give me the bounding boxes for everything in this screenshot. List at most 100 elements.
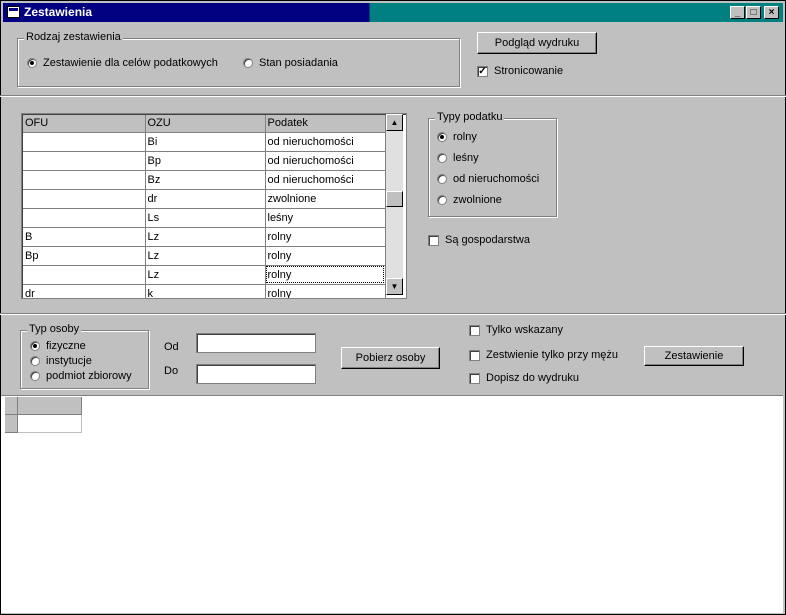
radio-zwolnione[interactable]: zwolnione — [437, 194, 502, 206]
table-row[interactable]: B Lz rolny — [23, 227, 386, 247]
radio-indicator — [30, 371, 40, 381]
radio-label: fizyczne — [46, 340, 86, 352]
checkbox-indicator: ✓ — [477, 65, 488, 77]
grid-vertical-scrollbar[interactable]: ▲ ▼ — [386, 114, 403, 295]
checkbox-label: Zestwienie tylko przy mężu — [486, 349, 619, 361]
zestawienie-button[interactable]: Zestawienie — [644, 346, 744, 366]
cell-podatek[interactable]: leśny — [265, 208, 386, 228]
cell-ozu[interactable]: Bp — [145, 151, 266, 171]
results-grid-area[interactable] — [1, 395, 783, 613]
stronicowanie-checkbox[interactable]: ✓ Stronicowanie — [477, 65, 563, 77]
cell-podatek-focused[interactable]: rolny — [265, 265, 386, 285]
table-row[interactable]: Bi od nieruchomości — [23, 132, 386, 152]
radio-stan-posiadania[interactable]: Stan posiadania — [243, 57, 338, 69]
close-button[interactable]: × — [764, 6, 779, 19]
radio-od-nieruchomosci[interactable]: od nieruchomości — [437, 173, 539, 185]
table-row[interactable]: Ls leśny — [23, 208, 386, 228]
tylko-przy-mezu-checkbox[interactable]: Zestwienie tylko przy mężu — [469, 349, 618, 361]
minimize-button[interactable]: _ — [730, 6, 745, 19]
cell-podatek[interactable]: zwolnione — [265, 189, 386, 209]
cell-ozu[interactable]: Lz — [145, 246, 266, 266]
checkbox-indicator — [469, 349, 480, 361]
radio-cele-podatkowe[interactable]: Zestawienie dla celów podatkowych — [27, 57, 218, 69]
radio-indicator — [30, 356, 40, 366]
cell-podatek[interactable]: rolny — [265, 227, 386, 247]
cell-podatek[interactable]: od nieruchomości — [265, 170, 386, 190]
cell-ozu[interactable]: Bz — [145, 170, 266, 190]
cell-podatek[interactable]: od nieruchomości — [265, 151, 386, 171]
radio-label: od nieruchomości — [453, 173, 540, 185]
radio-label: podmiot zbiorowy — [46, 370, 132, 382]
table-row-selected[interactable]: Lz rolny — [23, 265, 386, 285]
cell-podatek[interactable]: rolny — [265, 246, 386, 266]
table-row[interactable]: Bp Lz rolny — [23, 246, 386, 266]
window-title: Zestawienia — [24, 5, 93, 19]
cell-ofu[interactable]: Bp — [23, 246, 146, 266]
table-row[interactable]: dr zwolnione — [23, 189, 386, 209]
radio-instytucje[interactable]: instytucje — [30, 355, 92, 367]
grid-row-header[interactable] — [5, 415, 18, 433]
column-header-ozu[interactable]: OZU — [145, 115, 266, 133]
radio-rolny[interactable]: rolny — [437, 131, 477, 143]
scroll-down-arrow-icon[interactable]: ▼ — [386, 278, 403, 295]
od-input[interactable] — [196, 333, 316, 353]
cell-ozu[interactable]: Lz — [145, 227, 266, 247]
checkbox-label: Stronicowanie — [494, 65, 564, 77]
radio-label: rolny — [453, 131, 477, 143]
radio-indicator — [437, 195, 447, 205]
cell-ofu[interactable]: dr — [23, 284, 146, 298]
cell-ofu[interactable] — [23, 170, 146, 190]
radio-podmiot-zbiorowy[interactable]: podmiot zbiorowy — [30, 370, 132, 382]
cell-ofu[interactable] — [23, 189, 146, 209]
typy-podatku-title: Typy podatku — [435, 111, 505, 123]
ofu-ozu-grid[interactable]: OFU OZU Podatek Bi od nieruchomości Bp od … — [21, 113, 407, 299]
column-header-podatek[interactable]: Podatek — [265, 115, 386, 133]
cell-ofu[interactable] — [23, 265, 146, 285]
checkbox-label: Są gospodarstwa — [445, 234, 530, 246]
sa-gospodarstwa-checkbox[interactable]: Są gospodarstwa — [428, 234, 530, 246]
cell-ofu[interactable]: B — [23, 227, 146, 247]
separator — [0, 95, 786, 97]
cell-ozu[interactable]: Ls — [145, 208, 266, 228]
checkbox-indicator — [469, 324, 480, 336]
checkbox-label: Dopisz do wydruku — [486, 372, 579, 384]
radio-label: zwolnione — [453, 194, 502, 206]
cell-ofu[interactable] — [23, 132, 146, 152]
radio-label: leśny — [453, 152, 479, 164]
scroll-thumb[interactable] — [386, 191, 403, 207]
table-row[interactable]: Bp od nieruchomości — [23, 151, 386, 171]
scroll-up-arrow-icon[interactable]: ▲ — [386, 114, 403, 131]
cell-ofu[interactable] — [23, 208, 146, 228]
maximize-button[interactable]: □ — [746, 6, 761, 19]
table-row[interactable]: dr k rolny — [23, 284, 386, 298]
do-input[interactable] — [196, 364, 316, 384]
radio-fizyczne[interactable]: fizyczne — [30, 340, 86, 352]
podglad-wydruku-button[interactable]: Podgląd wydruku — [477, 32, 597, 54]
cell-ozu[interactable]: k — [145, 284, 266, 298]
radio-lesny[interactable]: leśny — [437, 152, 479, 164]
grid-corner-cell[interactable] — [5, 397, 18, 415]
cell-ozu[interactable]: Bi — [145, 132, 266, 152]
rodzaj-zestawienia-title: Rodzaj zestawienia — [24, 31, 123, 43]
cell-ozu[interactable]: Lz — [145, 265, 266, 285]
radio-indicator — [437, 174, 447, 184]
grid-cell[interactable] — [18, 415, 82, 433]
cell-podatek[interactable]: od nieruchomości — [265, 132, 386, 152]
radio-indicator — [437, 153, 447, 163]
radio-label: instytucje — [46, 355, 92, 367]
tylko-wskazany-checkbox[interactable]: Tylko wskazany — [469, 324, 563, 336]
pobierz-osoby-button[interactable]: Pobierz osoby — [341, 347, 440, 369]
cell-ofu[interactable] — [23, 151, 146, 171]
table-row[interactable]: Bz od nieruchomości — [23, 170, 386, 190]
dopisz-do-wydruku-checkbox[interactable]: Dopisz do wydruku — [469, 372, 579, 384]
radio-indicator — [27, 58, 37, 68]
column-header-ofu[interactable]: OFU — [23, 115, 146, 133]
title-bar[interactable]: Zestawienia _ □ × — [3, 3, 783, 22]
cell-ozu[interactable]: dr — [145, 189, 266, 209]
do-label: Do — [164, 365, 179, 377]
checkbox-indicator — [469, 372, 480, 384]
grid-column-header[interactable] — [18, 397, 82, 415]
radio-label: Stan posiadania — [259, 57, 338, 69]
window-icon[interactable] — [7, 6, 20, 18]
cell-podatek[interactable]: rolny — [265, 284, 386, 298]
